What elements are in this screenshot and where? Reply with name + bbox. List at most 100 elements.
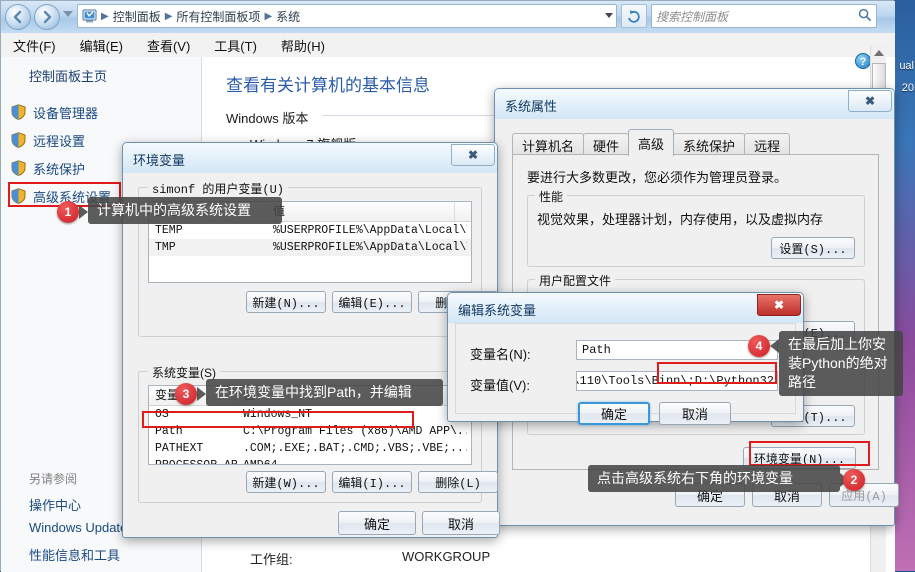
env-dialog-body: simonf 的用户变量(U) 变量 值 TEMP %USERPROFILE%\… bbox=[130, 173, 500, 535]
callout-1: 计算机中的高级系统设置 bbox=[88, 197, 282, 224]
breadcrumb-sep: ▶ bbox=[264, 10, 273, 22]
variable-value-label: 变量值(V): bbox=[470, 378, 530, 393]
callout-badge-3: 3 bbox=[175, 383, 197, 405]
search-icon bbox=[858, 8, 872, 25]
computer-icon bbox=[81, 9, 98, 24]
workgroup-value: WORKGROUP bbox=[402, 549, 491, 564]
see-also-windows-update[interactable]: Windows Update bbox=[29, 520, 127, 535]
callout-4: 在最后加上你安装Python的绝对路径 bbox=[779, 331, 903, 396]
refresh-button[interactable] bbox=[621, 4, 647, 28]
callout-2: 点击高级系统右下角的环境变量 bbox=[588, 465, 840, 492]
user-var-value: %USERPROFILE%\AppData\Local\Temp bbox=[273, 224, 467, 237]
system-properties-tabs: 计算机名 硬件 高级 系统保护 远程 bbox=[512, 129, 791, 156]
breadcrumb-item-1[interactable]: 所有控制面板项 bbox=[173, 8, 263, 25]
env-dialog-ok-button[interactable]: 确定 bbox=[338, 511, 416, 535]
sidebar-item-label: 设备管理器 bbox=[33, 105, 99, 121]
callout-arrow-4 bbox=[770, 339, 779, 353]
callout-arrow-3 bbox=[197, 387, 206, 401]
edit-var-ok-button[interactable]: 确定 bbox=[578, 402, 650, 425]
sidebar-item-device-manager[interactable]: 设备管理器 bbox=[11, 101, 98, 123]
callout-badge-1: 1 bbox=[57, 201, 79, 223]
system-properties-title: 系统属性 bbox=[505, 99, 558, 114]
admin-notice: 要进行大多数更改，您必须作为管理员登录。 bbox=[527, 170, 788, 185]
menu-help[interactable]: 帮助(H) bbox=[269, 33, 337, 58]
table-row[interactable]: PROCESSOR_AR AMD64 bbox=[149, 457, 471, 464]
env-dialog-cancel-button[interactable]: 取消 bbox=[422, 511, 500, 535]
see-also-action-center[interactable]: 操作中心 bbox=[29, 495, 81, 514]
search-input[interactable]: 搜索控制面板 bbox=[656, 8, 858, 25]
shield-icon bbox=[11, 104, 26, 120]
breadcrumb-item-2[interactable]: 系统 bbox=[273, 8, 303, 25]
user-var-name: TMP bbox=[155, 241, 176, 254]
table-row[interactable]: TEMP %USERPROFILE%\AppData\Local\Temp bbox=[149, 222, 471, 239]
tab-advanced[interactable]: 高级 bbox=[628, 129, 675, 156]
performance-group-caption: 性能 bbox=[535, 188, 568, 205]
sidebar-item-label: 远程设置 bbox=[33, 133, 86, 149]
table-row[interactable]: PATHEXT .COM;.EXE;.BAT;.CMD;.VBS;.VBE;..… bbox=[149, 440, 471, 457]
tab-system-protection[interactable]: 系统保护 bbox=[673, 133, 746, 156]
back-button[interactable] bbox=[5, 4, 31, 30]
system-var-name: PROCESSOR_AR bbox=[149, 459, 237, 464]
callout-badge-4: 4 bbox=[748, 335, 770, 357]
system-var-value: AMD64 bbox=[237, 459, 467, 464]
edit-system-variable-dialog: 编辑系统变量 ✖ 变量名(N): Path 变量值(V): . Server\1… bbox=[447, 292, 804, 425]
callout-arrow-1 bbox=[79, 205, 88, 219]
table-row[interactable]: TMP %USERPROFILE%\AppData\Local\Temp bbox=[149, 239, 471, 256]
menu-view[interactable]: 查看(V) bbox=[135, 33, 202, 58]
tab-computer-name[interactable]: 计算机名 bbox=[512, 133, 585, 156]
user-variables-caption: simonf 的用户变量(U) bbox=[148, 180, 289, 197]
close-icon[interactable]: ✖ bbox=[451, 144, 495, 166]
sidebar-item-label: 系统保护 bbox=[33, 161, 86, 177]
column-header-value[interactable]: 值 bbox=[267, 202, 455, 221]
system-var-value: .COM;.EXE;.BAT;.CMD;.VBS;.VBE;... bbox=[243, 442, 467, 455]
performance-settings-button[interactable]: 设置(S)... bbox=[771, 237, 855, 259]
address-dropdown-icon[interactable] bbox=[605, 13, 613, 18]
user-edit-button[interactable]: 编辑(E)... bbox=[332, 291, 412, 313]
shield-icon bbox=[11, 132, 26, 148]
env-dialog-title: 环境变量 bbox=[133, 153, 186, 168]
breadcrumb-sep: ▶ bbox=[101, 10, 109, 22]
callout-3: 在环境变量中找到Path，并编辑 bbox=[206, 379, 443, 406]
see-also-title: 另请参阅 bbox=[29, 472, 78, 486]
tab-hardware[interactable]: 硬件 bbox=[583, 133, 630, 156]
edit-var-cancel-button[interactable]: 取消 bbox=[659, 402, 731, 425]
see-also-performance-tools[interactable]: 性能信息和工具 bbox=[29, 545, 120, 564]
shield-icon bbox=[11, 160, 26, 176]
user-profiles-group-caption: 用户配置文件 bbox=[535, 272, 616, 289]
forward-button[interactable] bbox=[34, 4, 60, 30]
user-var-value: %USERPROFILE%\AppData\Local\Temp bbox=[273, 241, 467, 254]
tab-remote[interactable]: 远程 bbox=[744, 133, 791, 156]
desktop-text-fragment-2: 20 bbox=[901, 82, 914, 94]
close-icon[interactable]: ✖ bbox=[757, 294, 801, 316]
section-windows-edition: Windows 版本 bbox=[226, 111, 309, 126]
sidebar-home-link[interactable]: 控制面板主页 bbox=[29, 66, 107, 85]
python-path-highlight bbox=[657, 362, 777, 384]
window-titlebar: ▶ 控制面板 ▶ 所有控制面板项 ▶ 系统 搜索控制面板 bbox=[1, 1, 895, 33]
system-delete-button[interactable]: 删除(L) bbox=[418, 471, 498, 493]
user-new-button[interactable]: 新建(N)... bbox=[246, 291, 326, 313]
address-bar[interactable]: ▶ 控制面板 ▶ 所有控制面板项 ▶ 系统 bbox=[77, 4, 617, 28]
help-icon[interactable]: ? bbox=[855, 53, 871, 69]
menu-tools[interactable]: 工具(T) bbox=[202, 33, 269, 58]
callout-badge-2: 2 bbox=[843, 469, 865, 491]
desktop-text-fragment-1: ual bbox=[899, 60, 914, 72]
sidebar-item-remote-settings[interactable]: 远程设置 bbox=[11, 129, 85, 151]
breadcrumb-sep: ▶ bbox=[164, 10, 173, 22]
edit-var-title: 编辑系统变量 bbox=[458, 303, 537, 318]
scroll-up-icon[interactable] bbox=[874, 50, 884, 56]
user-var-name: TEMP bbox=[155, 224, 183, 237]
system-edit-button[interactable]: 编辑(I)... bbox=[332, 471, 412, 493]
breadcrumb-item-0[interactable]: 控制面板 bbox=[110, 8, 164, 25]
search-box[interactable]: 搜索控制面板 bbox=[651, 4, 877, 28]
system-new-button[interactable]: 新建(W)... bbox=[246, 471, 326, 493]
close-icon[interactable]: ✖ bbox=[848, 90, 892, 112]
sidebar-item-system-protection[interactable]: 系统保护 bbox=[11, 157, 85, 179]
menu-edit[interactable]: 编辑(E) bbox=[68, 33, 135, 58]
workgroup-label: 工作组: bbox=[250, 552, 293, 567]
system-var-name: PATHEXT bbox=[155, 442, 204, 455]
env-button-highlight bbox=[749, 441, 870, 466]
path-row-highlight bbox=[142, 411, 414, 428]
menu-file[interactable]: 文件(F) bbox=[1, 33, 68, 58]
performance-description: 视觉效果，处理器计划，内存使用，以及虚拟内存 bbox=[537, 212, 824, 227]
history-dropdown-icon[interactable] bbox=[63, 11, 73, 17]
